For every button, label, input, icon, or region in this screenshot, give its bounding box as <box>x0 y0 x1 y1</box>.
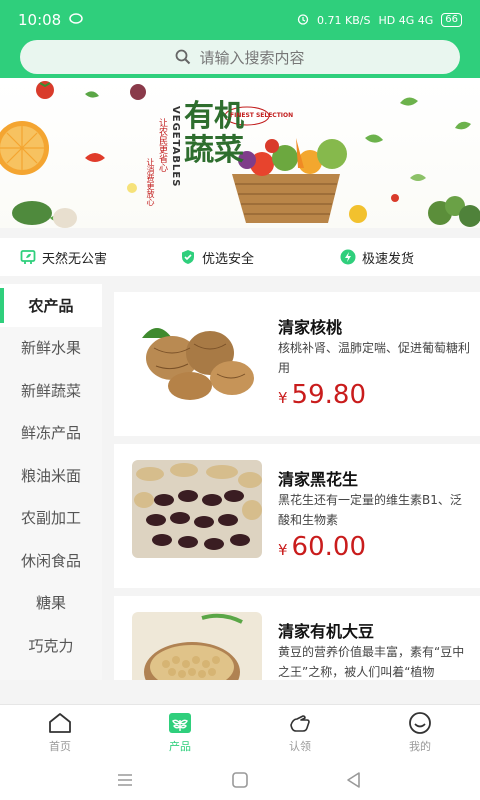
tab-home[interactable]: 首页 <box>0 705 120 760</box>
tab-label: 首页 <box>49 740 71 753</box>
product-card[interactable]: 清家核桃 核桃补肾、温肺定喘、促进葡萄糖利用 ¥59.80 <box>114 292 480 436</box>
price-value: 60.00 <box>291 532 366 562</box>
back-icon[interactable] <box>344 770 364 790</box>
product-card[interactable]: 清家有机大豆 黄豆的营养价值最丰富，素有“豆中之王”之称，被人们叫着“植物肉”、… <box>114 596 480 680</box>
product-image-peanut <box>132 460 262 558</box>
banner-badge: FINEST SELECTION <box>230 112 294 119</box>
network-speed: 0.71 KB/S <box>317 13 371 27</box>
smile-icon <box>409 712 431 734</box>
promo-banner[interactable]: 有机蔬菜 VEGETABLES 让农民更省心 让消费更放心 FINEST SEL… <box>0 78 480 228</box>
banner-title: 有机蔬菜 <box>184 99 244 168</box>
product-description: 黑花生还有一定量的维生素B1、泛酸和生物素 <box>278 493 462 527</box>
category-sidebar: 农产品 新鲜水果 新鲜蔬菜 鲜冻产品 粮油米面 农副加工 休闲食品 糖果 巧克力… <box>0 284 102 680</box>
tab-label: 我的 <box>409 740 431 753</box>
system-nav-bar <box>0 760 480 800</box>
feature-fast: 极速发货 <box>340 248 414 267</box>
category-item[interactable]: 粮油米面 <box>0 454 102 497</box>
category-item[interactable]: 糖果 <box>0 582 102 625</box>
home-icon <box>49 713 71 733</box>
product-list: 清家核桃 核桃补肾、温肺定喘、促进葡萄糖利用 ¥59.80 清家黑花生 黑花生还… <box>114 292 480 680</box>
network-type: HD 4G 4G <box>378 13 434 27</box>
product-name: 清家有机大豆 <box>278 622 375 641</box>
bottom-tab-bar: 首页 产品 认领 我的 <box>0 704 480 760</box>
product-image-walnut <box>132 308 262 406</box>
category-item[interactable]: 农副加工 <box>0 497 102 540</box>
currency-symbol: ¥ <box>278 541 288 559</box>
category-item[interactable]: 巧克力 <box>0 624 102 667</box>
feature-safe: 优选安全 <box>180 248 254 267</box>
menu-icon[interactable] <box>115 770 135 790</box>
search-placeholder: 请输入搜索内容 <box>199 48 305 67</box>
product-card[interactable]: 清家黑花生 黑花生还有一定量的维生素B1、泛酸和生物素 ¥60.00 <box>114 444 480 588</box>
category-item[interactable]: 鲜冻产品 <box>0 412 102 455</box>
product-name: 清家黑花生 <box>278 470 359 489</box>
hand-icon <box>290 715 310 732</box>
feature-label: 天然无公害 <box>42 251 108 267</box>
banner-slogan-1: 让农民更省心 <box>157 118 167 172</box>
feature-label: 优选安全 <box>202 251 255 267</box>
category-item[interactable]: 饼干 <box>0 667 102 680</box>
alarm-icon <box>297 13 309 28</box>
product-price: ¥59.80 <box>278 380 366 410</box>
status-time: 10:08 <box>18 11 62 29</box>
search-input[interactable]: 请输入搜索内容 <box>20 40 460 74</box>
banner-slogan-2: 让消费更放心 <box>146 158 155 206</box>
chat-icon <box>69 11 83 29</box>
price-value: 59.80 <box>291 380 366 410</box>
battery-indicator: 66 <box>441 13 462 27</box>
lightning-icon <box>340 249 356 265</box>
product-image-soybean <box>132 612 262 680</box>
product-description: 黄豆的营养价值最丰富，素有“豆中之王”之称，被人们叫着“植物肉”、“绿色的乳奶” <box>278 645 465 679</box>
search-area: 请输入搜索内容 <box>0 40 480 78</box>
search-icon <box>176 49 191 65</box>
banner-en-label: VEGETABLES <box>170 106 181 188</box>
product-name: 清家核桃 <box>278 318 343 337</box>
currency-symbol: ¥ <box>278 389 288 407</box>
status-bar: 10:08 0.71 KB/S HD 4G 4G 66 <box>0 0 480 40</box>
category-item[interactable]: 农产品 <box>0 284 102 327</box>
category-item[interactable]: 新鲜蔬菜 <box>0 369 102 412</box>
category-item[interactable]: 休闲食品 <box>0 539 102 582</box>
shield-check-icon <box>182 250 194 264</box>
tab-label: 产品 <box>169 740 191 753</box>
leaf-box-icon <box>20 250 36 264</box>
category-item[interactable]: 新鲜水果 <box>0 327 102 370</box>
feature-label: 极速发货 <box>362 251 415 267</box>
tab-label: 认领 <box>289 740 311 753</box>
sprout-icon <box>169 713 191 733</box>
tab-products[interactable]: 产品 <box>120 705 240 760</box>
home-square-icon[interactable] <box>230 770 250 790</box>
product-price: ¥60.00 <box>278 532 366 562</box>
tab-claim[interactable]: 认领 <box>240 705 360 760</box>
product-description: 核桃补肾、温肺定喘、促进葡萄糖利用 <box>278 341 471 375</box>
feature-natural: 天然无公害 <box>20 248 107 267</box>
features-row: 天然无公害 优选安全 极速发货 <box>0 238 480 276</box>
tab-mine[interactable]: 我的 <box>360 705 480 760</box>
